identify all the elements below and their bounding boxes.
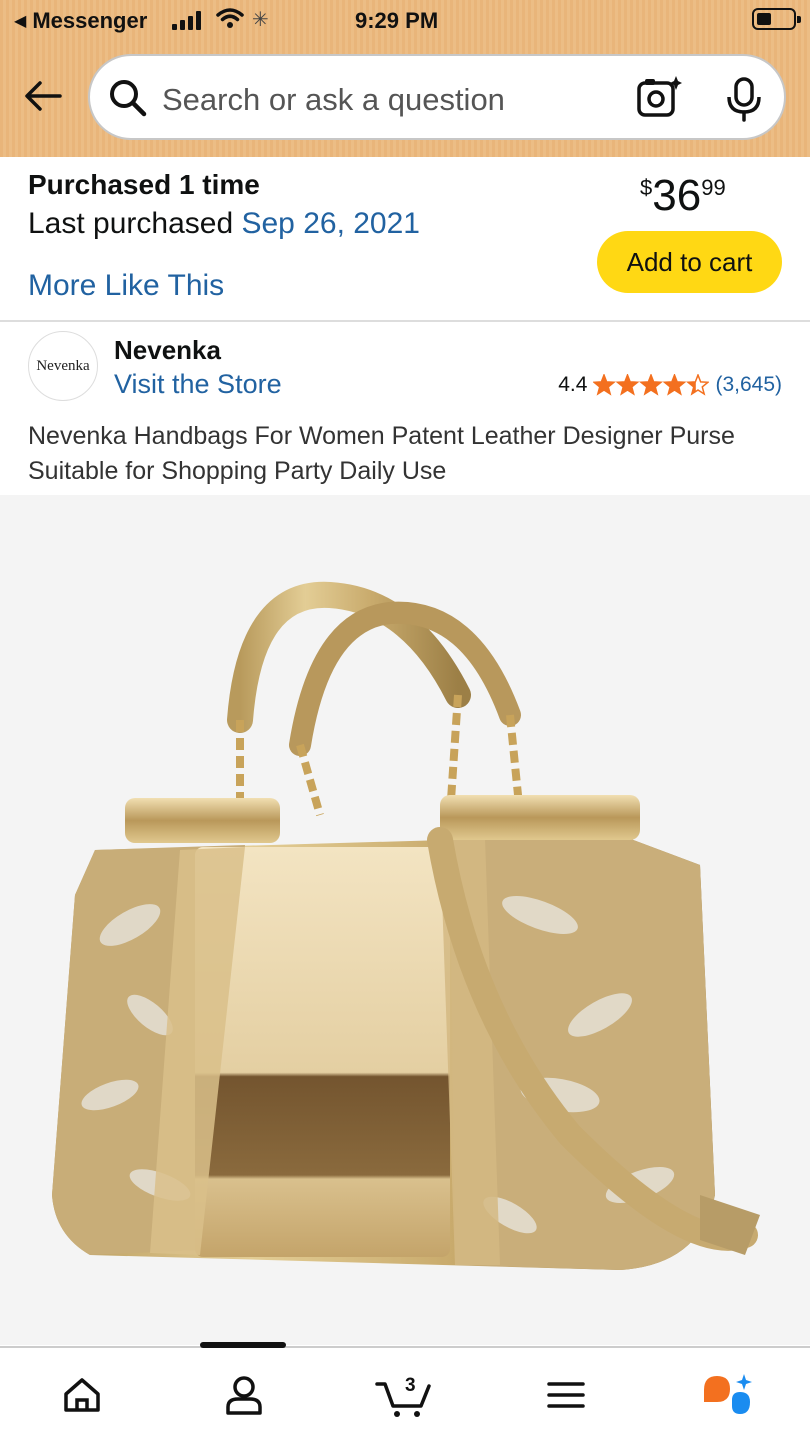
wifi-icon (216, 8, 244, 28)
nav-rufus[interactable] (698, 1370, 758, 1420)
signal-icon (172, 10, 201, 30)
star-fill (594, 375, 615, 394)
price-fraction: 99 (701, 175, 726, 200)
product-title: Nevenka Handbags For Women Patent Leathe… (28, 422, 735, 485)
nav-account[interactable] (214, 1370, 274, 1420)
price-currency: $ (640, 175, 653, 200)
rufus-assistant-icon (704, 1374, 752, 1414)
nav-home[interactable] (52, 1370, 112, 1420)
review-count-link[interactable]: (3,645) (715, 373, 782, 397)
camera-lens-icon[interactable] (636, 74, 682, 120)
brand-name: Nevenka (114, 335, 221, 365)
bottom-nav: 3 (0, 1342, 810, 1440)
search-input[interactable]: Search or ask a question (162, 82, 505, 118)
menu-icon (547, 1382, 585, 1408)
handbag-illustration (52, 581, 760, 1270)
star-rating-icon (593, 374, 710, 396)
active-tab-indicator (200, 1342, 286, 1348)
status-bar: ◀ Messenger ✳ 9:29 PM (0, 0, 810, 42)
account-icon (226, 1376, 262, 1415)
product-image[interactable] (0, 495, 810, 1345)
price: $3699 (640, 171, 726, 221)
battery-icon (752, 8, 801, 30)
microphone-icon[interactable] (724, 76, 764, 122)
header: ◀ Messenger ✳ 9:29 PM Search or ask a qu… (0, 0, 810, 157)
purchase-history-panel: Purchased 1 time Last purchased Sep 26, … (0, 157, 810, 322)
back-triangle-icon: ◀ (14, 13, 27, 30)
add-to-cart-button[interactable]: Add to cart (597, 231, 782, 293)
store-logo[interactable]: Nevenka (28, 331, 98, 401)
star-fill (664, 375, 685, 394)
back-app-label: Messenger (32, 8, 148, 33)
back-arrow-icon[interactable] (22, 78, 64, 114)
star-fill (641, 375, 662, 394)
purchased-count: Purchased 1 time (28, 169, 260, 200)
visit-store-link[interactable]: Visit the Store (114, 369, 282, 400)
activity-spinner-icon: ✳ (252, 9, 269, 31)
last-purchased-date-link[interactable]: Sep 26, 2021 (241, 207, 420, 240)
search-bar[interactable]: Search or ask a question (88, 54, 786, 140)
last-purchased-label: Last purchased (28, 207, 234, 240)
price-whole: 36 (652, 171, 702, 220)
star-fill (617, 375, 638, 394)
rating-value: 4.4 (558, 373, 588, 396)
home-icon (64, 1378, 100, 1412)
last-purchased: Last purchased Sep 26, 2021 (28, 207, 420, 241)
cart-icon: 3 (375, 1375, 431, 1417)
search-icon (110, 80, 147, 117)
more-like-this-link[interactable]: More Like This (28, 269, 224, 303)
nav-cart[interactable]: 3 (372, 1370, 438, 1420)
status-time: 9:29 PM (355, 8, 439, 33)
rating-summary[interactable]: 4.4 (3,645) (558, 373, 782, 397)
back-to-app[interactable]: ◀ Messenger (14, 8, 147, 34)
nav-menu[interactable] (536, 1370, 596, 1420)
cart-count: 3 (405, 1375, 416, 1396)
store-panel: Nevenka Nevenka Visit the Store 4.4 (3,6… (0, 323, 810, 495)
